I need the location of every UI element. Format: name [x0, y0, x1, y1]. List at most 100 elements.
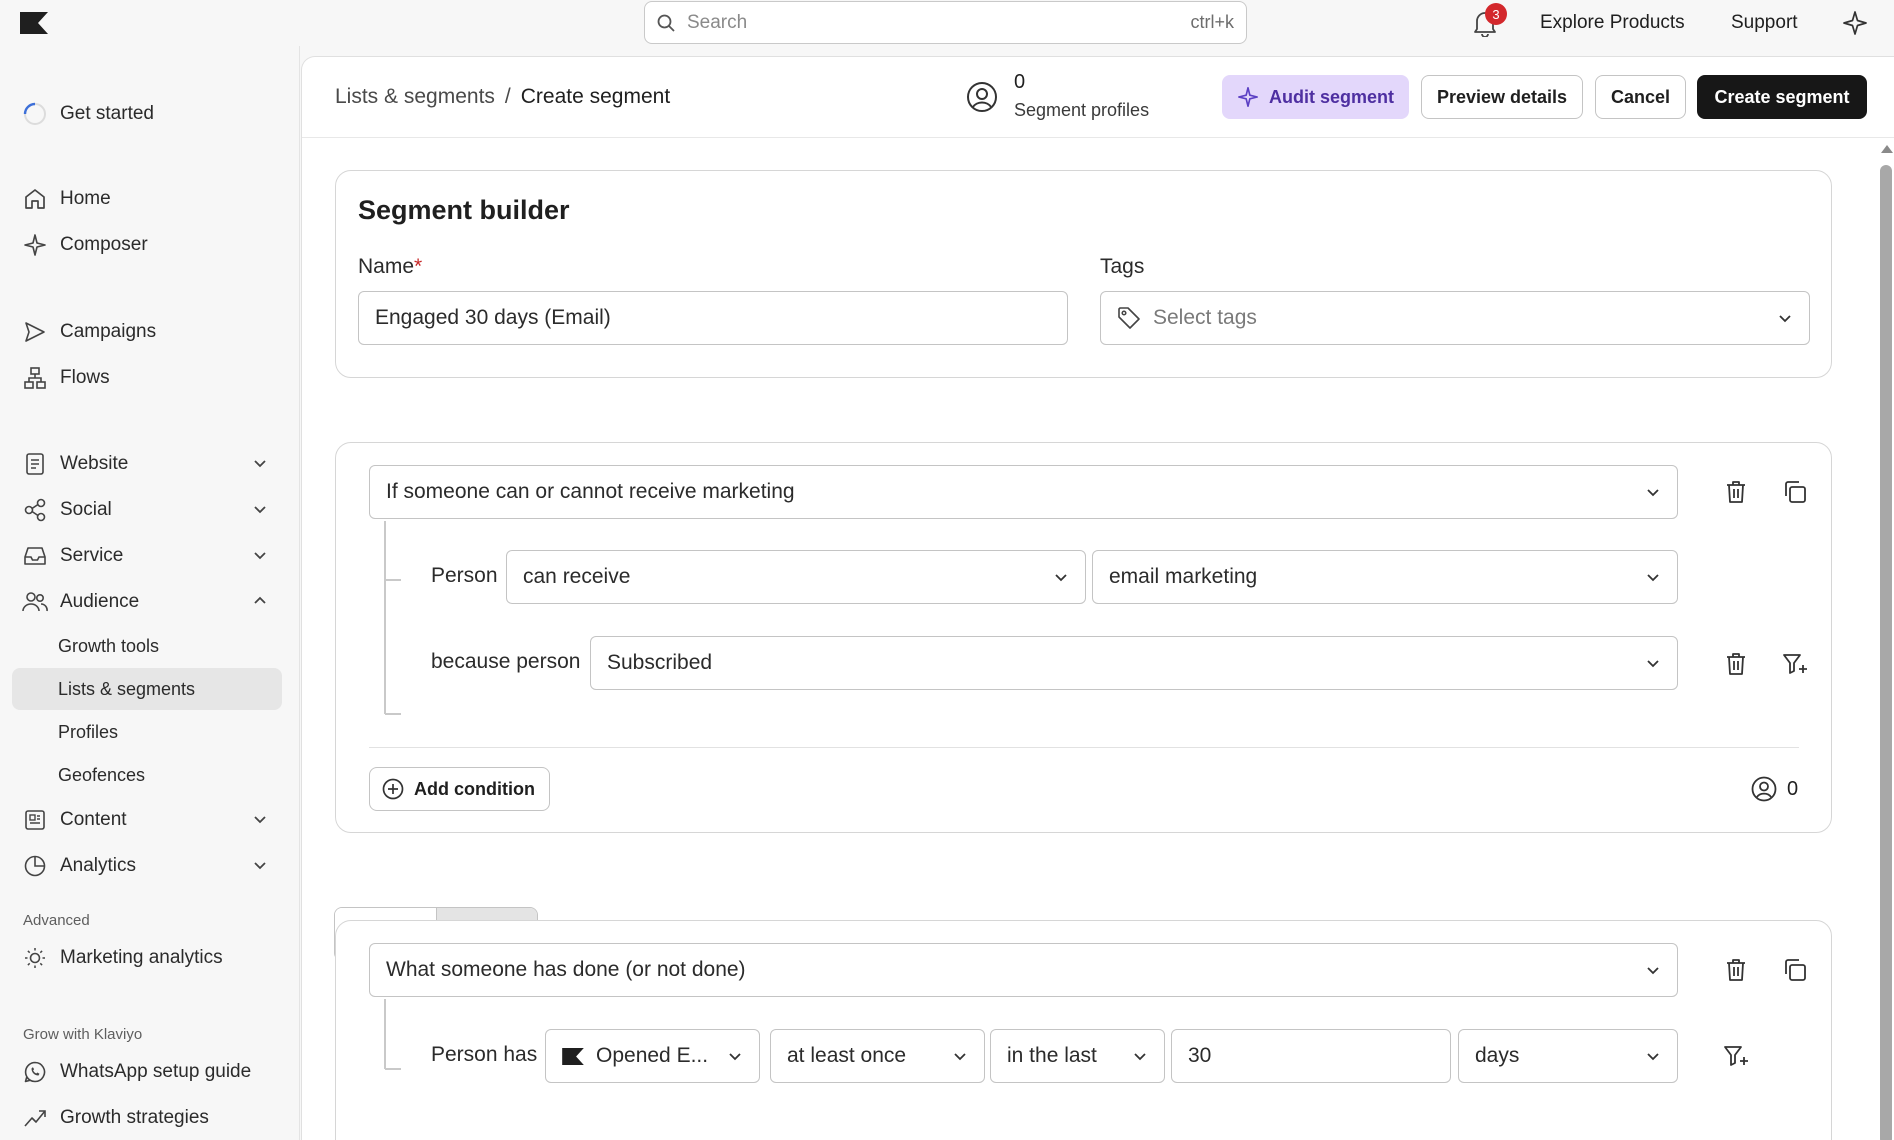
support-link[interactable]: Support	[1731, 12, 1798, 34]
section-label-grow: Grow with Klaviyo	[23, 1026, 143, 1043]
sparkle-icon	[22, 232, 48, 258]
divider	[369, 747, 1799, 748]
tag-icon	[1117, 306, 1141, 330]
audit-segment-button[interactable]: Audit segment	[1222, 75, 1409, 119]
sidebar-item-whatsapp[interactable]: WhatsApp setup guide	[12, 1051, 282, 1093]
condition-type-select-1[interactable]: If someone can or cannot receive marketi…	[369, 465, 1678, 519]
sidebar-item-campaigns[interactable]: Campaigns	[12, 311, 282, 353]
filter-add-icon[interactable]	[1778, 647, 1812, 681]
sidebar-item-growth-strategies[interactable]: Growth strategies	[12, 1097, 282, 1139]
sidebar-item-service[interactable]: Service	[12, 535, 282, 577]
sidebar-item-geofences[interactable]: Geofences	[12, 754, 282, 796]
pie-chart-icon	[22, 853, 48, 879]
document-icon	[22, 451, 48, 477]
inbox-icon	[22, 543, 48, 569]
klaviyo-flag-icon	[562, 1047, 584, 1065]
add-condition-button[interactable]: Add condition	[369, 767, 550, 811]
duplicate-icon[interactable]	[1778, 953, 1812, 987]
chevron-down-icon	[952, 1048, 968, 1064]
sidebar-item-composer[interactable]: Composer	[12, 224, 282, 266]
condition-type-select-2[interactable]: What someone has done (or not done)	[369, 943, 1678, 997]
page-title: Create segment	[520, 85, 671, 108]
home-icon	[22, 186, 48, 212]
profile-circle-icon	[966, 81, 998, 113]
amount-input[interactable]: 30	[1171, 1029, 1451, 1083]
sidebar-item-growth-tools[interactable]: Growth tools	[12, 625, 282, 667]
sidebar-item-home[interactable]: Home	[12, 178, 282, 220]
sidebar-item-get-started[interactable]: Get started	[12, 93, 282, 135]
search-icon	[657, 14, 675, 32]
segment-profile-label: Segment profiles	[1014, 100, 1150, 120]
chevron-down-icon	[1645, 655, 1661, 671]
chevron-down-icon	[1645, 569, 1661, 585]
duplicate-icon[interactable]	[1778, 475, 1812, 509]
scrollbar[interactable]	[1880, 145, 1893, 1140]
scrollbar-thumb[interactable]	[1880, 165, 1892, 1140]
segment-builder-card: Segment builder Name* Engaged 30 days (E…	[335, 170, 1832, 378]
sidebar-item-lists-segments[interactable]: Lists & segments	[12, 668, 282, 710]
can-receive-select[interactable]: can receive	[506, 550, 1086, 604]
trash-icon[interactable]	[1719, 647, 1753, 681]
main-panel: Lists & segments / Create segment 0 Segmen…	[301, 56, 1894, 1140]
tree-connector	[384, 521, 386, 714]
person-label: Person	[431, 564, 498, 587]
timeframe-select[interactable]: in the last	[990, 1029, 1165, 1083]
sidebar-item-content[interactable]: Content	[12, 799, 282, 841]
sidebar-item-website[interactable]: Website	[12, 443, 282, 485]
scroll-up-arrow-icon[interactable]	[1881, 145, 1893, 153]
trending-up-icon	[22, 1105, 48, 1131]
filter-add-icon[interactable]	[1719, 1039, 1753, 1073]
group-profile-count: 0	[1751, 776, 1798, 802]
tree-tick	[385, 579, 401, 581]
progress-spinner-icon	[22, 101, 48, 127]
sidebar-item-audience[interactable]: Audience	[12, 581, 282, 623]
top-bar: Search ctrl+k 3 Explore Products Support	[0, 0, 1894, 46]
sidebar-item-marketing-analytics[interactable]: Marketing analytics	[12, 937, 282, 979]
search-shortcut: ctrl+k	[1190, 12, 1234, 32]
trash-icon[interactable]	[1719, 953, 1753, 987]
sidebar-item-profiles[interactable]: Profiles	[12, 711, 282, 753]
lightbulb-icon	[22, 945, 48, 971]
cancel-button[interactable]: Cancel	[1595, 75, 1686, 119]
chevron-up-icon	[252, 593, 268, 609]
explore-products-link[interactable]: Explore Products	[1540, 12, 1685, 34]
page-header: Lists & segments / Create segment 0 Segmen…	[302, 57, 1894, 138]
chevron-down-icon	[252, 455, 268, 471]
segment-builder-title: Segment builder	[358, 195, 570, 225]
chevron-down-icon	[252, 857, 268, 873]
segment-profiles-counter: 0 Segment profiles	[966, 71, 1149, 121]
tags-select[interactable]: Select tags	[1100, 291, 1810, 345]
chevron-down-icon	[1645, 962, 1661, 978]
person-has-label: Person has	[431, 1043, 538, 1066]
search-box[interactable]: Search ctrl+k	[644, 1, 1247, 44]
name-input[interactable]: Engaged 30 days (Email)	[358, 291, 1068, 345]
chevron-down-icon	[1053, 569, 1069, 585]
chevron-down-icon	[252, 547, 268, 563]
create-segment-button[interactable]: Create segment	[1697, 75, 1867, 119]
users-icon	[22, 589, 48, 615]
sidebar-item-analytics[interactable]: Analytics	[12, 845, 282, 887]
sidebar-item-flows[interactable]: Flows	[12, 357, 282, 399]
sparkle-icon	[1237, 86, 1259, 108]
preview-details-button[interactable]: Preview details	[1421, 75, 1583, 119]
sidebar-item-social[interactable]: Social	[12, 489, 282, 531]
profile-circle-icon	[1751, 776, 1777, 802]
breadcrumb-lists-segments[interactable]: Lists & segments	[335, 85, 495, 108]
condition-group-2: What someone has done (or not done) Pers…	[335, 920, 1832, 1140]
channel-select[interactable]: email marketing	[1092, 550, 1678, 604]
search-placeholder: Search	[687, 11, 748, 33]
trash-icon[interactable]	[1719, 475, 1753, 509]
frequency-select[interactable]: at least once	[770, 1029, 985, 1083]
reason-select[interactable]: Subscribed	[590, 636, 1678, 690]
sparkle-icon[interactable]	[1843, 11, 1867, 35]
plus-circle-icon	[382, 778, 404, 800]
chevron-down-icon	[727, 1048, 743, 1064]
required-asterisk: *	[414, 255, 423, 278]
tags-label: Tags	[1100, 255, 1145, 278]
unit-select[interactable]: days	[1458, 1029, 1678, 1083]
metric-select[interactable]: Opened E...	[545, 1029, 760, 1083]
klaviyo-logo[interactable]	[20, 12, 48, 34]
tree-tick	[385, 713, 401, 715]
flows-icon	[22, 365, 48, 391]
because-person-label: because person	[431, 650, 581, 673]
